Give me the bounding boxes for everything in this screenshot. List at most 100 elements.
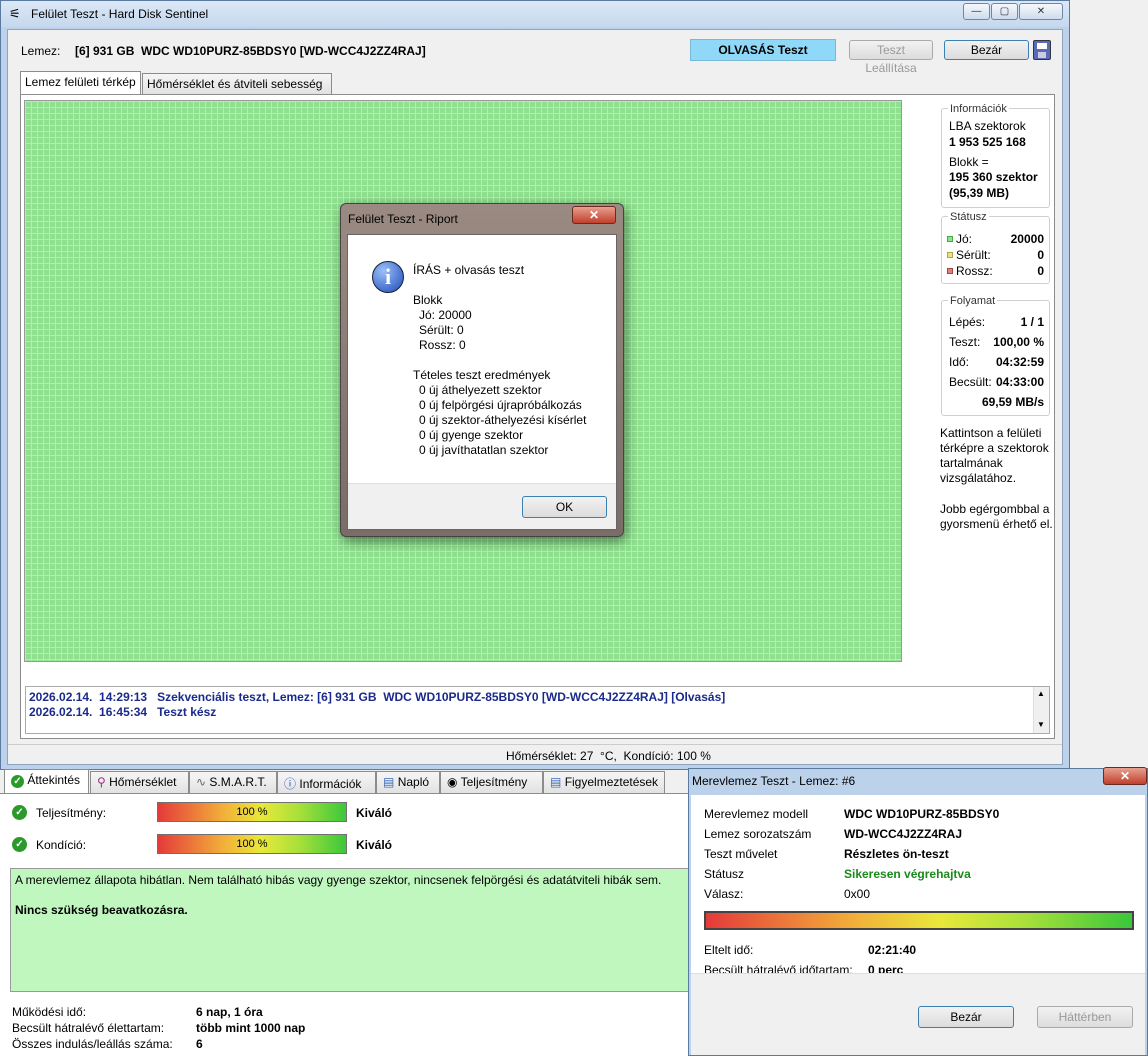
title-bar[interactable]: ⚟ Felület Teszt - Hard Disk Sentinel — ▢… bbox=[1, 1, 1069, 27]
thermometer-icon: ⚲ bbox=[97, 775, 106, 789]
starts-value: 6 bbox=[196, 1037, 203, 1051]
maximize-button[interactable]: ▢ bbox=[991, 3, 1018, 20]
answer-value: 0x00 bbox=[844, 887, 871, 901]
status-bar: Hőmérséklet: 27 °C, Kondíció: 100 % bbox=[8, 744, 1062, 764]
status-group: Státusz Jó: 20000 Sérült: 0 Rossz: 0 bbox=[941, 211, 1050, 284]
condition-check-icon: ✓ bbox=[12, 837, 27, 852]
tab-performance-label: Teljesítmény bbox=[460, 775, 528, 789]
dialog-result-line: 0 új javíthatatlan szektor bbox=[419, 443, 549, 457]
damaged-value: 0 bbox=[1037, 248, 1044, 262]
health-message-box: A merevlemez állapota hibátlan. Nem talá… bbox=[10, 868, 690, 992]
dialog-footer: OK bbox=[348, 483, 616, 529]
starts-label: Összes indulás/leállás száma: bbox=[12, 1037, 173, 1051]
good-label: Jó: bbox=[956, 232, 973, 246]
disk-label: Lemez: bbox=[21, 44, 61, 58]
lba-value: 1 953 525 168 bbox=[949, 135, 1026, 149]
model-label: Merevlemez modell bbox=[704, 807, 809, 821]
condition-bar-text: 100 % bbox=[236, 838, 268, 850]
condition-label: Kondíció: bbox=[36, 838, 87, 852]
tab-log[interactable]: ▤ Napló bbox=[376, 771, 440, 793]
tab-surface-map[interactable]: Lemez felületi térkép bbox=[20, 71, 141, 94]
dialog-block-line: Rossz: 0 bbox=[419, 338, 466, 352]
progress-group: Folyamat Lépés: 1 / 1 Teszt: 100,00 % Id… bbox=[941, 295, 1050, 416]
bad-swatch bbox=[947, 268, 953, 274]
time-value: 04:32:59 bbox=[995, 355, 1044, 369]
background-button[interactable]: Háttérben bbox=[1037, 1006, 1133, 1028]
check-icon: ✓ bbox=[11, 775, 24, 788]
disk-test-close-window-button[interactable]: ✕ bbox=[1103, 767, 1147, 785]
info-icon: i bbox=[372, 261, 404, 293]
close-button[interactable]: Bezár bbox=[944, 40, 1029, 60]
condition-bar: 100 % bbox=[157, 834, 347, 854]
tab-smart[interactable]: ∿ S.M.A.R.T. bbox=[189, 771, 277, 793]
dialog-block-title: Blokk bbox=[413, 293, 443, 307]
app-icon: ⚟ bbox=[9, 6, 21, 21]
stop-test-button[interactable]: Teszt Leállítása bbox=[849, 40, 933, 75]
dialog-result-line: 0 új szektor-áthelyezési kísérlet bbox=[419, 413, 587, 427]
condition-value: Kiváló bbox=[356, 838, 393, 852]
tab-overview[interactable]: ✓ Áttekintés bbox=[4, 769, 89, 793]
log-line: 2026.02.14. 16:45:34 Teszt kész bbox=[29, 705, 217, 719]
damaged-swatch bbox=[947, 252, 953, 258]
tab-temperature-speed[interactable]: Hőmérséklet és átviteli sebesség bbox=[142, 73, 332, 94]
block-value: 195 360 szektor bbox=[949, 170, 1038, 184]
model-value: WDC WD10PURZ-85BDSY0 bbox=[844, 807, 1000, 821]
performance-check-icon: ✓ bbox=[12, 805, 27, 820]
life-label: Becsült hátralévő élettartam: bbox=[12, 1021, 165, 1035]
performance-label: Teljesítmény: bbox=[36, 806, 107, 820]
save-icon[interactable] bbox=[1033, 40, 1051, 60]
info-title: Információk bbox=[948, 103, 1009, 115]
tab-alerts-label: Figyelmeztetések bbox=[564, 775, 659, 789]
test-status-value: Sikeresen végrehajtva bbox=[844, 867, 971, 881]
elapsed-value: 02:21:40 bbox=[868, 943, 917, 957]
time-label: Idő: bbox=[949, 355, 970, 369]
tab-information-label: Információk bbox=[299, 777, 362, 791]
test-value: 100,00 % bbox=[993, 335, 1044, 349]
step-label: Lépés: bbox=[949, 315, 986, 329]
log-box[interactable]: 2026.02.14. 14:29:13 Szekvenciális teszt… bbox=[25, 686, 1050, 734]
performance-value: Kiváló bbox=[356, 806, 393, 820]
status-title: Státusz bbox=[948, 211, 989, 223]
speed-value: 69,59 MB/s bbox=[981, 395, 1044, 409]
alert-page-icon: ▤ bbox=[550, 775, 562, 789]
log-line: 2026.02.14. 14:29:13 Szekvenciális teszt… bbox=[29, 690, 726, 704]
damaged-label: Sérült: bbox=[956, 248, 991, 262]
dialog-close-button[interactable]: ✕ bbox=[572, 206, 616, 224]
test-label: Teszt: bbox=[949, 335, 981, 349]
elapsed-label: Eltelt idő: bbox=[704, 943, 754, 957]
tab-smart-label: S.M.A.R.T. bbox=[209, 775, 267, 789]
dialog-title: Felület Teszt - Riport bbox=[348, 212, 458, 226]
performance-bar: 100 % bbox=[157, 802, 347, 822]
tab-temperature[interactable]: ⚲ Hőmérséklet bbox=[90, 771, 189, 793]
info-group: Információk LBA szektorok 1 953 525 168 … bbox=[941, 103, 1050, 208]
tab-alerts[interactable]: ▤ Figyelmeztetések bbox=[543, 771, 665, 793]
block-size: (95,39 MB) bbox=[949, 186, 1010, 200]
tab-log-label: Napló bbox=[397, 775, 430, 789]
tab-information[interactable]: ⓘ Információk bbox=[277, 771, 376, 793]
gauge-icon: ◉ bbox=[447, 775, 458, 789]
disk-test-progress-bar bbox=[704, 911, 1134, 930]
health-message-bold: Nincs szükség beavatkozásra. bbox=[15, 903, 188, 917]
disk-value: [6] 931 GB WDC WD10PURZ-85BDSY0 [WD-WCC4… bbox=[75, 44, 426, 58]
dialog-block-line: Sérült: 0 bbox=[419, 323, 464, 337]
log-scrollbar[interactable]: ▲ ▼ bbox=[1033, 687, 1049, 733]
dialog-heading: ÍRÁS + olvasás teszt bbox=[413, 263, 525, 277]
dialog-block-line: Jó: 20000 bbox=[419, 308, 472, 322]
answer-label: Válasz: bbox=[704, 887, 744, 901]
scroll-up-icon[interactable]: ▲ bbox=[1037, 689, 1045, 698]
progress-title: Folyamat bbox=[948, 295, 998, 307]
health-message: A merevlemez állapota hibátlan. Nem talá… bbox=[15, 873, 662, 887]
close-window-button[interactable]: ✕ bbox=[1019, 3, 1063, 20]
ok-button[interactable]: OK bbox=[522, 496, 607, 518]
window-title: Felület Teszt - Hard Disk Sentinel bbox=[31, 7, 209, 21]
disk-test-close-button[interactable]: Bezár bbox=[918, 1006, 1014, 1028]
operation-label: Teszt művelet bbox=[704, 847, 778, 861]
lba-label: LBA szektorok bbox=[949, 119, 1026, 133]
step-value: 1 / 1 bbox=[1020, 315, 1044, 329]
serial-value: WD-WCC4J2ZZ4RAJ bbox=[844, 827, 963, 841]
minimize-button[interactable]: — bbox=[963, 3, 990, 20]
report-dialog: Felület Teszt - Riport ✕ i ÍRÁS + olvasá… bbox=[340, 203, 624, 537]
scroll-down-icon[interactable]: ▼ bbox=[1037, 720, 1045, 729]
smart-icon: ∿ bbox=[196, 775, 207, 789]
tab-performance[interactable]: ◉ Teljesítmény bbox=[440, 771, 543, 793]
